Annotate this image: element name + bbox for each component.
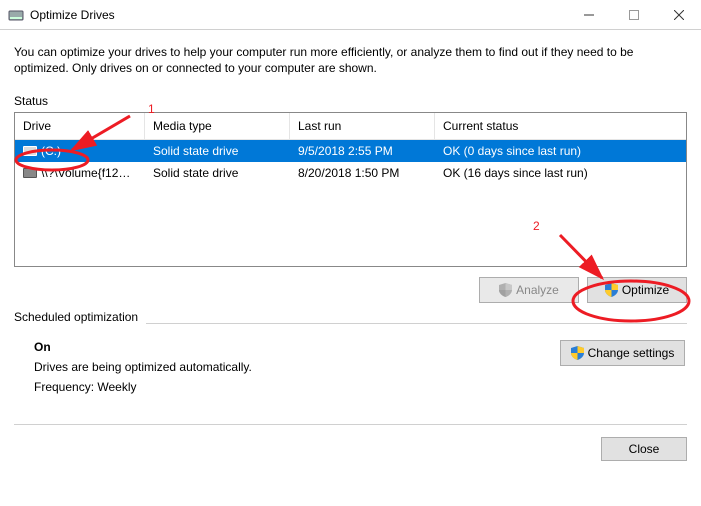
header-drive[interactable]: Drive: [15, 113, 145, 139]
drive-name: \\?\Volume{f1209b...: [41, 166, 145, 180]
minimize-button[interactable]: [566, 0, 611, 30]
status-label: Status: [14, 94, 687, 108]
drive-name: (C:): [41, 144, 61, 158]
window-title: Optimize Drives: [30, 8, 566, 22]
analyze-button: Analyze: [479, 277, 579, 303]
close-dialog-button[interactable]: Close: [601, 437, 687, 461]
schedule-on: On: [34, 340, 252, 354]
drive-media: Solid state drive: [145, 166, 290, 180]
drive-status: OK (0 days since last run): [435, 144, 686, 158]
column-headers: Drive Media type Last run Current status: [15, 113, 686, 140]
change-settings-button[interactable]: Change settings: [560, 340, 685, 366]
shield-icon: [571, 346, 584, 360]
drive-icon: [23, 168, 37, 178]
change-settings-label: Change settings: [588, 346, 675, 360]
divider: [14, 424, 687, 425]
divider: [146, 323, 687, 324]
drive-lastrun: 8/20/2018 1:50 PM: [290, 166, 435, 180]
shield-icon: [499, 283, 512, 297]
shield-icon: [605, 283, 618, 297]
drives-list: Drive Media type Last run Current status…: [14, 112, 687, 267]
header-lastrun[interactable]: Last run: [290, 113, 435, 139]
header-media[interactable]: Media type: [145, 113, 290, 139]
analyze-label: Analyze: [516, 283, 559, 297]
optimize-button[interactable]: Optimize: [587, 277, 687, 303]
drive-row[interactable]: \\?\Volume{f1209b... Solid state drive 8…: [15, 162, 686, 184]
optimize-label: Optimize: [622, 283, 669, 297]
drive-row[interactable]: (C:) Solid state drive 9/5/2018 2:55 PM …: [15, 140, 686, 162]
titlebar: Optimize Drives: [0, 0, 701, 30]
schedule-line2: Frequency: Weekly: [34, 380, 252, 394]
window-controls: [566, 0, 701, 30]
drive-media: Solid state drive: [145, 144, 290, 158]
schedule-line1: Drives are being optimized automatically…: [34, 360, 252, 374]
schedule-label: Scheduled optimization: [14, 310, 138, 324]
drive-lastrun: 9/5/2018 2:55 PM: [290, 144, 435, 158]
drive-status: OK (16 days since last run): [435, 166, 686, 180]
close-label: Close: [629, 442, 660, 456]
maximize-button[interactable]: [611, 0, 656, 30]
app-icon: [8, 7, 24, 23]
description-text: You can optimize your drives to help you…: [14, 44, 687, 76]
drive-icon: [23, 146, 37, 156]
header-status[interactable]: Current status: [435, 113, 686, 139]
close-button[interactable]: [656, 0, 701, 30]
